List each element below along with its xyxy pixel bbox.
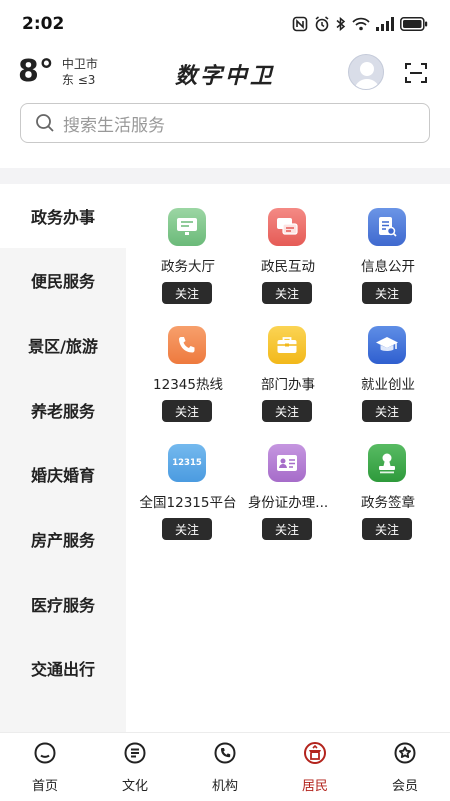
sidebar-item-label: 政务办事: [30, 208, 95, 227]
bottom-nav: 首页 文化 机构 居民 会员: [0, 732, 450, 800]
user-avatar-icon[interactable]: [348, 54, 384, 90]
bluetooth-icon: [336, 16, 346, 32]
service-item[interactable]: 12315 全国12315平台 关注: [134, 420, 242, 540]
service-item[interactable]: 就业创业 关注: [334, 302, 442, 422]
phone-icon: [168, 326, 206, 364]
status-icons: [292, 16, 428, 32]
follow-button[interactable]: 关注: [362, 282, 412, 304]
id-card-icon: [268, 444, 306, 482]
stamp-icon: [368, 444, 406, 482]
sidebar-item-label: 房产服务: [30, 531, 95, 550]
signal-icon: [376, 17, 394, 31]
search-icon: [36, 114, 54, 132]
follow-button[interactable]: 关注: [262, 282, 312, 304]
nav-item-resident[interactable]: 居民: [270, 733, 360, 801]
sidebar-item-label: 医疗服务: [30, 596, 95, 615]
sidebar-item-label: 便民服务: [30, 272, 95, 291]
follow-button[interactable]: 关注: [362, 400, 412, 422]
home-icon: [34, 742, 56, 764]
nav-item-institution[interactable]: 机构: [180, 733, 270, 801]
sidebar-item-marriage[interactable]: 婚庆婚育: [0, 442, 126, 506]
document-search-icon: [368, 208, 406, 246]
briefcase-icon: [268, 326, 306, 364]
sidebar-item-tourism[interactable]: 景区/旅游: [0, 313, 126, 377]
service-item[interactable]: 身份证办理... 关注: [234, 420, 342, 540]
badge-12315-text: 12315: [172, 458, 202, 468]
follow-button[interactable]: 关注: [262, 518, 312, 540]
wifi-icon: [352, 17, 370, 31]
sidebar-item-label: 养老服务: [30, 402, 95, 421]
scan-icon[interactable]: [404, 61, 428, 85]
service-item[interactable]: 部门办事 关注: [234, 302, 342, 422]
nav-label: 居民: [301, 779, 328, 794]
follow-button[interactable]: 关注: [162, 400, 212, 422]
nav-label: 机构: [211, 779, 238, 794]
sidebar-item-elderly-care[interactable]: 养老服务: [0, 378, 126, 442]
sidebar-item-government-affairs[interactable]: 政务办事: [0, 184, 126, 248]
nav-label: 首页: [31, 779, 58, 794]
service-label: 政务签章: [361, 495, 415, 511]
status-time: 2:02: [22, 14, 65, 34]
chat-icon: [268, 208, 306, 246]
sidebar-item-label: 婚庆婚育: [30, 466, 95, 485]
nav-item-culture[interactable]: 文化: [90, 733, 180, 801]
search-input[interactable]: 搜索生活服务: [20, 103, 430, 143]
culture-icon: [124, 742, 146, 764]
monitor-icon: [168, 208, 206, 246]
badge-12315-icon: 12315: [168, 444, 206, 482]
service-label: 就业创业: [361, 377, 415, 393]
category-sidebar: 政务办事 便民服务 景区/旅游 养老服务 婚庆婚育 房产服务 医疗服务 交通出行: [0, 184, 126, 732]
follow-button[interactable]: 关注: [162, 282, 212, 304]
app-header: 8° 中卫市 东 ≤3 数字中卫: [0, 48, 450, 100]
battery-icon: [400, 17, 428, 31]
section-divider: [0, 168, 450, 184]
service-item[interactable]: 政务大厅 关注: [134, 184, 242, 304]
sidebar-item-label: 景区/旅游: [28, 337, 98, 356]
service-item[interactable]: 信息公开 关注: [334, 184, 442, 304]
nav-label: 会员: [391, 779, 418, 794]
resident-icon: [304, 742, 326, 764]
nfc-icon: [292, 16, 308, 32]
service-item[interactable]: 政民互动 关注: [234, 184, 342, 304]
nav-item-home[interactable]: 首页: [0, 733, 90, 801]
follow-button[interactable]: 关注: [162, 518, 212, 540]
sidebar-item-medical[interactable]: 医疗服务: [0, 572, 126, 636]
status-bar: 2:02: [0, 0, 450, 48]
sidebar-item-real-estate[interactable]: 房产服务: [0, 507, 126, 571]
follow-button[interactable]: 关注: [262, 400, 312, 422]
service-label: 信息公开: [361, 259, 415, 275]
member-icon: [394, 742, 416, 764]
graduation-cap-icon: [368, 326, 406, 364]
sidebar-item-convenience[interactable]: 便民服务: [0, 248, 126, 312]
service-item[interactable]: 政务签章 关注: [334, 420, 442, 540]
search-placeholder: 搜索生活服务: [63, 115, 165, 136]
sidebar-item-label: 交通出行: [30, 660, 95, 679]
nav-item-member[interactable]: 会员: [360, 733, 450, 801]
service-item[interactable]: 12345热线 关注: [134, 302, 242, 422]
nav-label: 文化: [121, 779, 148, 794]
sidebar-item-transport[interactable]: 交通出行: [0, 636, 126, 700]
alarm-icon: [315, 16, 329, 32]
institution-icon: [214, 742, 236, 764]
service-grid: 政务大厅 关注 政民互动 关注 信息公开 关注 12345热线 关注 部门办事 …: [126, 184, 450, 732]
follow-button[interactable]: 关注: [362, 518, 412, 540]
